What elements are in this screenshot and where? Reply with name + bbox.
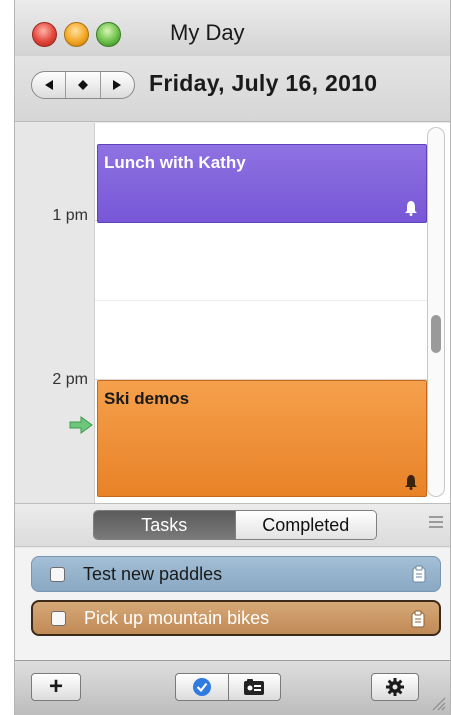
today-button[interactable]	[65, 72, 99, 98]
green-arrow-icon	[69, 416, 93, 434]
task-item[interactable]: Test new paddles	[31, 556, 441, 592]
close-window-button[interactable]	[32, 22, 57, 47]
task-tabs-bar: Tasks Completed	[15, 503, 450, 547]
event-title: Lunch with Kathy	[104, 153, 246, 172]
task-checkbox[interactable]	[51, 610, 66, 626]
address-card-icon	[244, 679, 265, 695]
clipboard-icon[interactable]	[411, 610, 425, 628]
event-lunch-with-kathy[interactable]: Lunch with Kathy	[97, 144, 427, 223]
view-toggle-group	[175, 673, 281, 701]
zoom-window-button[interactable]	[96, 22, 121, 47]
task-checkbox[interactable]	[50, 566, 65, 582]
list-lines-icon[interactable]	[429, 516, 443, 531]
clipboard-icon[interactable]	[412, 565, 426, 583]
checkmark-icon	[192, 678, 211, 696]
task-filter-segmented-control: Tasks Completed	[93, 510, 377, 540]
triangle-right-icon	[113, 80, 122, 90]
my-day-window: My Day Friday, July 16, 2010 1 pm 2 pm L…	[14, 0, 451, 715]
day-view[interactable]: 1 pm 2 pm Lunch with Kathy Ski demos	[15, 123, 450, 503]
next-day-button[interactable]	[99, 72, 134, 98]
tab-tasks[interactable]: Tasks	[94, 511, 235, 539]
bell-icon	[405, 201, 417, 216]
tab-completed[interactable]: Completed	[234, 511, 376, 539]
tasks-view-button[interactable]	[176, 674, 228, 700]
bell-icon	[405, 475, 417, 490]
date-nav-control	[31, 71, 135, 99]
half-hour-gridline	[95, 300, 428, 301]
time-label-1pm: 1 pm	[52, 207, 88, 224]
scrollbar-thumb[interactable]	[431, 315, 441, 353]
time-gutter: 1 pm 2 pm	[15, 123, 95, 503]
contacts-view-button[interactable]	[227, 674, 281, 700]
settings-button[interactable]	[371, 673, 419, 701]
task-list: Test new paddles Pick up mountain bikes	[15, 548, 450, 660]
previous-day-button[interactable]	[32, 72, 65, 98]
task-label: Test new paddles	[83, 563, 223, 584]
vertical-scrollbar[interactable]	[427, 127, 445, 497]
task-item[interactable]: Pick up mountain bikes	[31, 600, 441, 636]
current-date-label: Friday, July 16, 2010	[149, 70, 378, 96]
add-button[interactable]: +	[31, 673, 81, 701]
bottom-toolbar: +	[15, 660, 450, 715]
task-label: Pick up mountain bikes	[84, 607, 270, 628]
event-title: Ski demos	[104, 389, 190, 408]
title-bar[interactable]: My Day	[15, 0, 450, 56]
diamond-icon	[77, 80, 88, 90]
resize-grip-icon[interactable]	[430, 695, 446, 711]
minimize-window-button[interactable]	[64, 22, 89, 47]
event-ski-demos[interactable]: Ski demos	[97, 380, 427, 497]
window-title: My Day	[170, 20, 245, 45]
triangle-left-icon	[44, 80, 53, 90]
date-navigation-bar: Friday, July 16, 2010	[15, 56, 450, 122]
time-label-2pm: 2 pm	[52, 371, 88, 388]
gear-icon	[386, 678, 404, 696]
